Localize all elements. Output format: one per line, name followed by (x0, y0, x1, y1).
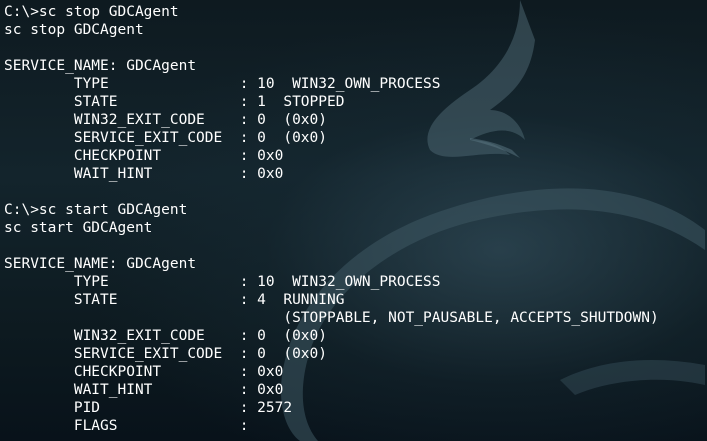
console-line-19: WIN32_EXIT_CODE : 0 (0x0) (4, 328, 328, 344)
console-line-22: WAIT_HINT : 0x0 (4, 382, 284, 398)
console-line-9: CHECKPOINT : 0x0 (4, 148, 284, 164)
console-line-11 (4, 183, 659, 201)
console-line-7: WIN32_EXIT_CODE : 0 (0x0) (4, 112, 328, 128)
console-line-8: SERVICE_EXIT_CODE : 0 (0x0) (4, 130, 328, 146)
console-line-14 (4, 237, 659, 255)
console-line-21: CHECKPOINT : 0x0 (4, 364, 284, 380)
console-line-2: sc stop GDCAgent (4, 22, 144, 38)
console-line-3 (4, 39, 659, 57)
console-line-17: STATE : 4 RUNNING (4, 292, 345, 308)
console-line-1: C:\>sc stop GDCAgent (4, 4, 179, 20)
console-line-4: SERVICE_NAME: GDCAgent (4, 58, 197, 74)
console-line-15: SERVICE_NAME: GDCAgent (4, 256, 197, 272)
console-line-12: C:\>sc start GDCAgent (4, 202, 188, 218)
console-line-10: WAIT_HINT : 0x0 (4, 166, 284, 182)
console-line-5: TYPE : 10 WIN32_OWN_PROCESS (4, 76, 441, 92)
console-line-18: (STOPPABLE, NOT_PAUSABLE, ACCEPTS_SHUTDO… (4, 310, 659, 326)
terminal-window[interactable]: C:\>sc stop GDCAgent sc stop GDCAgent SERV… (0, 0, 707, 441)
console-line-16: TYPE : 10 WIN32_OWN_PROCESS (4, 274, 441, 290)
console-line-23: PID : 2572 (4, 400, 293, 416)
console-output: C:\>sc stop GDCAgent sc stop GDCAgent SERV… (4, 3, 659, 435)
console-line-20: SERVICE_EXIT_CODE : 0 (0x0) (4, 346, 328, 362)
console-line-13: sc start GDCAgent (4, 220, 153, 236)
console-line-6: STATE : 1 STOPPED (4, 94, 345, 110)
console-line-24: FLAGS : (4, 418, 249, 434)
